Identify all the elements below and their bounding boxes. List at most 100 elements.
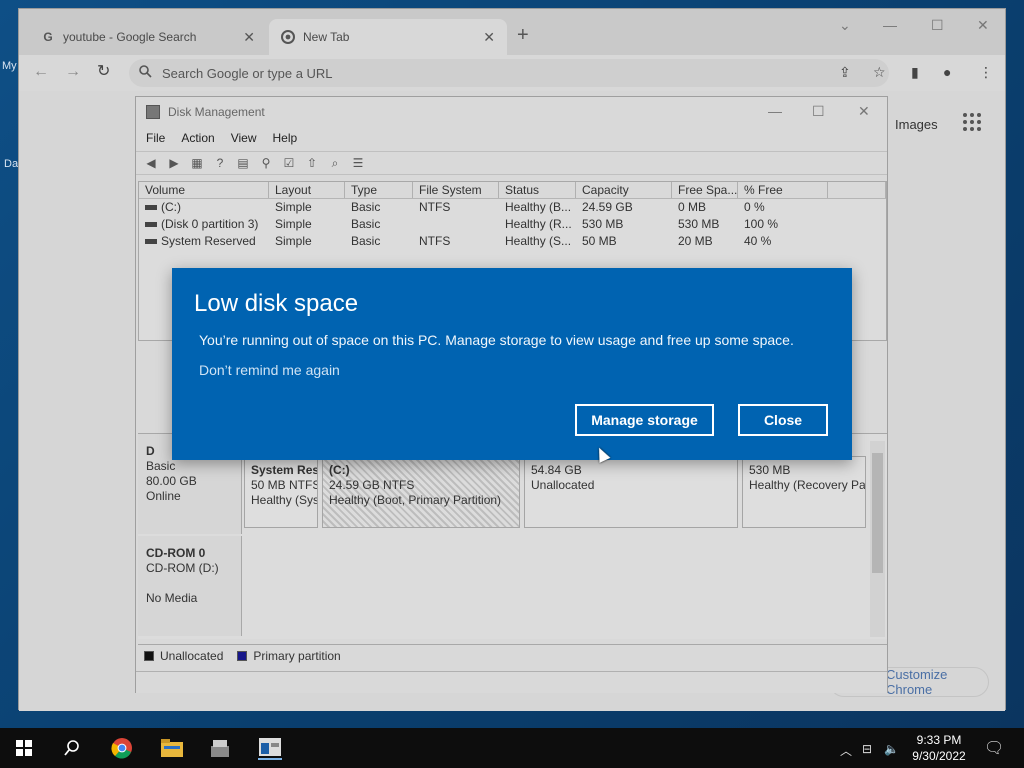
column-header-type[interactable]: Type	[345, 182, 413, 198]
menu-file[interactable]: File	[146, 131, 165, 145]
properties-icon[interactable]: ▤	[234, 155, 252, 171]
maximize-icon[interactable]: ☐	[812, 103, 825, 120]
google-icon: G	[43, 30, 53, 44]
table-row[interactable]: System Reserved Simple Basic NTFS Health…	[139, 233, 886, 250]
forward-icon[interactable]: →	[65, 63, 81, 81]
unallocated-swatch	[144, 650, 154, 661]
scrollbar-thumb[interactable]	[872, 453, 883, 573]
disk-management-taskbar-icon[interactable]	[258, 736, 282, 760]
column-header-percent-free[interactable]: % Free	[738, 182, 828, 198]
cell-volume: System Reserved	[139, 233, 269, 250]
help-icon[interactable]: ?	[211, 155, 229, 171]
reload-icon[interactable]: ↻	[97, 63, 110, 81]
google-apps-icon[interactable]	[963, 113, 981, 131]
close-button[interactable]: Close	[738, 404, 828, 436]
column-header-layout[interactable]: Layout	[269, 182, 345, 198]
settings-icon[interactable]: ☰	[349, 155, 367, 171]
cell-capacity: 50 MB	[582, 234, 617, 248]
share-icon[interactable]: ⇪	[839, 64, 851, 81]
dont-remind-link[interactable]: Don’t remind me again	[199, 362, 340, 378]
minimize-icon[interactable]: —	[883, 17, 897, 33]
close-tab-icon[interactable]: ✕	[483, 29, 495, 46]
window-title: Disk Management	[168, 105, 265, 119]
column-header-status[interactable]: Status	[499, 182, 576, 198]
minimize-icon[interactable]: —	[768, 103, 782, 119]
cell-layout: Simple	[275, 217, 312, 231]
back-icon[interactable]: ◀	[142, 155, 160, 171]
partition-unallocated[interactable]: 54.84 GB Unallocated	[524, 456, 738, 528]
partition-status: Healthy (Recovery Pa	[749, 478, 866, 492]
partition-status: Healthy (Boot, Primary Partition)	[329, 493, 502, 507]
legend: Unallocated Primary partition	[138, 644, 887, 666]
profile-avatar-icon[interactable]: ●	[943, 64, 951, 80]
volume-icon[interactable]: 🔈	[884, 742, 899, 756]
tab-search-icon[interactable]: ⌄	[839, 17, 851, 34]
omnibox[interactable]: Search Google or type a URL	[129, 59, 889, 87]
column-header-free-space[interactable]: Free Spa...	[672, 182, 738, 198]
tab-title: youtube - Google Search	[63, 30, 197, 44]
chrome-icon[interactable]	[110, 736, 134, 760]
low-disk-space-notification: Low disk space You’re running out of spa…	[172, 268, 852, 460]
cell-free-space: 0 MB	[678, 200, 707, 214]
column-header-capacity[interactable]: Capacity	[576, 182, 672, 198]
table-row[interactable]: (Disk 0 partition 3) Simple Basic Health…	[139, 216, 886, 233]
search-icon[interactable]: ⌕	[326, 155, 344, 171]
cell-percent-free: 100 %	[744, 217, 779, 231]
browser-toolbar: ← → ↻ Search Google or type a URL ⇪ ☆ ▮ …	[19, 55, 1005, 91]
show-hide-tree-icon[interactable]: ▦	[188, 155, 206, 171]
cell-type: Basic	[351, 217, 381, 231]
cdrom-media: No Media	[146, 591, 198, 605]
cell-type: Basic	[351, 234, 381, 248]
menu-kebab-icon[interactable]: ⋮	[979, 64, 993, 81]
menu-action[interactable]: Action	[181, 131, 214, 145]
cell-percent-free: 40 %	[744, 234, 772, 248]
close-tab-icon[interactable]: ✕	[243, 29, 255, 46]
installer-app-icon[interactable]	[208, 736, 232, 760]
taskbar-clock[interactable]: 9:33 PM 9/30/2022	[900, 732, 978, 764]
cell-layout: Simple	[275, 234, 312, 248]
search-icon[interactable]	[60, 736, 84, 760]
menu-view[interactable]: View	[231, 131, 257, 145]
tab-strip: G youtube - Google Search ✕ New Tab ✕ + …	[19, 9, 1005, 55]
cell-capacity: 24.59 GB	[582, 200, 633, 214]
show-hidden-icons-icon[interactable]: ︿	[840, 742, 852, 759]
disk-state: Online	[146, 489, 181, 503]
cell-status: Healthy (R...	[505, 217, 572, 231]
column-header-file-system[interactable]: File System	[413, 182, 499, 198]
notification-center-icon[interactable]: 🗨	[984, 738, 1004, 758]
omnibox-placeholder: Search Google or type a URL	[162, 65, 333, 81]
tab-youtube-search[interactable]: G youtube - Google Search ✕	[29, 19, 267, 55]
menu-help[interactable]: Help	[273, 131, 298, 145]
side-panel-icon[interactable]: ▮	[911, 64, 919, 81]
bookmark-star-icon[interactable]: ☆	[873, 64, 886, 81]
manage-storage-button[interactable]: Manage storage	[575, 404, 714, 436]
cell-free-space: 20 MB	[678, 234, 713, 248]
network-icon[interactable]: ⊟	[862, 742, 872, 756]
taskbar: ︿ ⊟ 🔈 9:33 PM 9/30/2022 🗨	[0, 728, 1024, 768]
tab-new-tab[interactable]: New Tab ✕	[269, 19, 507, 55]
connect-icon[interactable]: ⚲	[257, 155, 275, 171]
partition-c[interactable]: (C:) 24.59 GB NTFS Healthy (Boot, Primar…	[322, 456, 520, 528]
cdrom-0-label[interactable]: CD-ROM 0 CD-ROM (D:) No Media	[138, 536, 242, 636]
desktop-icon-label[interactable]: My	[2, 60, 17, 72]
images-link[interactable]: Images	[895, 117, 938, 132]
back-icon[interactable]: ←	[33, 63, 49, 81]
new-tab-icon[interactable]: +	[517, 25, 529, 45]
cell-status: Healthy (B...	[505, 200, 572, 214]
cdrom-name: CD-ROM 0	[146, 546, 206, 560]
partition-recovery[interactable]: 530 MB Healthy (Recovery Pa	[742, 456, 866, 528]
windows-start-icon[interactable]	[12, 736, 36, 760]
desktop-icon-label[interactable]: Da	[4, 158, 18, 170]
close-window-icon[interactable]: ✕	[858, 103, 870, 120]
cell-volume: (Disk 0 partition 3)	[139, 216, 269, 233]
column-header-volume[interactable]: Volume	[139, 182, 269, 198]
close-window-icon[interactable]: ✕	[977, 17, 989, 34]
partition-system-reserved[interactable]: System Res 50 MB NTFS Healthy (Sys	[244, 456, 318, 528]
forward-icon[interactable]: ▶	[165, 155, 183, 171]
maximize-icon[interactable]: ☐	[931, 17, 944, 34]
checklist-icon[interactable]: ☑	[280, 155, 298, 171]
folder-up-icon[interactable]: ⇧	[303, 155, 321, 171]
table-row[interactable]: (C:) Simple Basic NTFS Healthy (B... 24.…	[139, 199, 886, 216]
cell-free-space: 530 MB	[678, 217, 720, 231]
file-explorer-icon[interactable]	[160, 736, 184, 760]
